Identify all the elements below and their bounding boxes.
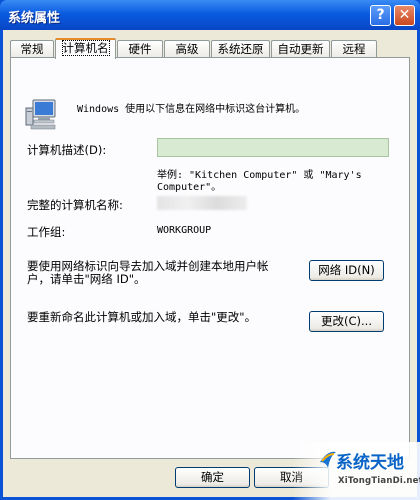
description-label: 计算机描述(D):: [27, 143, 107, 157]
computer-name-panel: Windows 使用以下信息在网络中标识这台计算机。 计算机描述(D): 举例:…: [10, 57, 410, 459]
title-bar[interactable]: 系统属性 ? ✕: [0, 0, 420, 30]
tab-system-restore[interactable]: 系统还原: [211, 40, 270, 57]
system-properties-window: 系统属性 ? ✕ 常规 计算机名 硬件 高级 系统还原 自动更新 远程 Wind…: [0, 0, 420, 500]
full-computer-name-value: [157, 196, 247, 210]
ok-button[interactable]: 确定: [175, 467, 250, 488]
change-button[interactable]: 更改(C)...: [309, 311, 384, 332]
watermark-title: 系统天地: [336, 453, 404, 473]
close-button[interactable]: ✕: [394, 5, 415, 26]
workgroup-label: 工作组:: [27, 225, 66, 239]
watermark-logo-icon: [320, 451, 336, 468]
tab-computer-name[interactable]: 计算机名: [55, 38, 116, 59]
rename-description: 要重新命名此计算机或加入域，单击"更改"。: [27, 310, 257, 324]
workgroup-value: WORKGROUP: [157, 225, 212, 236]
network-id-button[interactable]: 网络 ID(N): [309, 260, 384, 281]
watermark-url: XiTongTianDi.net: [338, 476, 420, 486]
watermark: 系统天地 XiTongTianDi.net: [292, 442, 420, 500]
full-computer-name-label: 完整的计算机名称:: [27, 198, 123, 212]
tab-hardware[interactable]: 硬件: [117, 40, 163, 57]
tab-automatic-updates[interactable]: 自动更新: [271, 40, 330, 57]
tab-general[interactable]: 常规: [10, 40, 54, 57]
tab-advanced[interactable]: 高级: [164, 40, 210, 57]
dialog-client-area: 常规 计算机名 硬件 高级 系统还原 自动更新 远程 Windows 使用以下信…: [3, 30, 417, 497]
network-id-description-line2: 户，请单击"网络 ID"。: [27, 272, 146, 286]
intro-text: Windows 使用以下信息在网络中标识这台计算机。: [77, 104, 306, 115]
example-text-line2: Computer"。: [157, 182, 222, 193]
window-title: 系统属性: [8, 11, 61, 26]
help-button[interactable]: ?: [370, 5, 391, 26]
tab-remote[interactable]: 远程: [331, 40, 377, 57]
computer-icon: [25, 99, 56, 130]
computer-description-input[interactable]: [157, 138, 389, 157]
